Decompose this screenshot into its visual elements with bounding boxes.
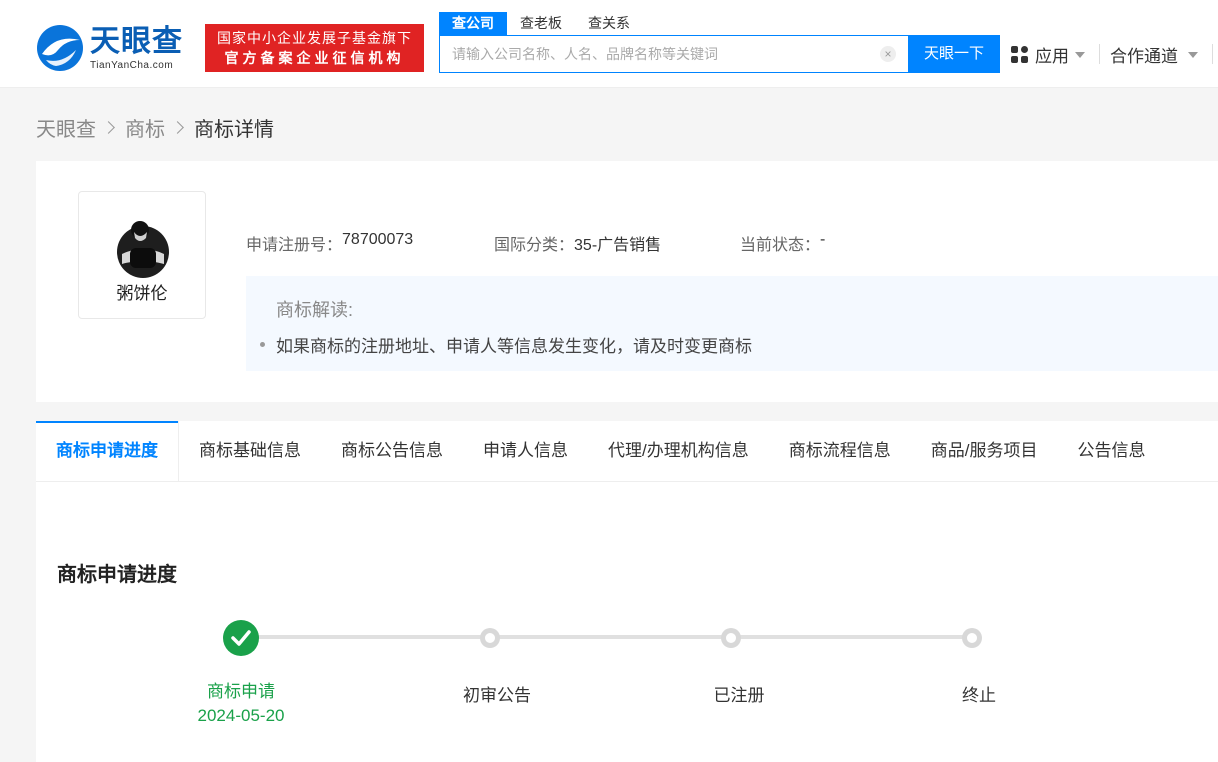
trademark-interpretation: 商标解读: 如果商标的注册地址、申请人等信息发生变化，请及时变更商标 xyxy=(246,276,1218,371)
reg-number-value: 78700073 xyxy=(342,231,414,248)
trademark-name: 粥饼伦 xyxy=(116,284,168,303)
nav-apps-label: 应用 xyxy=(1035,47,1069,66)
search-tab-relation[interactable]: 查关系 xyxy=(575,12,643,35)
intl-class-label: 国际分类： xyxy=(494,237,575,254)
intl-class-value: 35-广告销售 xyxy=(574,237,662,254)
search-button[interactable]: 天眼一下 xyxy=(908,35,1000,73)
badge-line2: 官方备案企业征信机构 xyxy=(224,50,405,66)
tab-notice-info[interactable]: 公告信息 xyxy=(1057,421,1165,481)
badge-line1: 国家中小企业发展子基金旗下 xyxy=(217,30,412,46)
chevron-right-icon xyxy=(102,121,115,134)
status-label: 当前状态： xyxy=(740,237,821,254)
status-field: 当前状态： - xyxy=(740,231,825,255)
search-input[interactable] xyxy=(440,36,870,72)
search-tab-company[interactable]: 查公司 xyxy=(439,12,507,35)
nav-apps-menu[interactable]: 应用 xyxy=(1011,42,1085,67)
tab-basic-info[interactable]: 商标基础信息 xyxy=(179,421,321,481)
trademark-image[interactable]: 粥饼伦 xyxy=(78,191,206,319)
search-type-tabs: 查公司 查老板 查关系 xyxy=(439,12,643,36)
nav-coop-label: 合作通道 xyxy=(1110,47,1178,66)
step-applied-label: 商标申请 xyxy=(207,682,275,701)
intl-class-field: 国际分类： 35-广告销售 xyxy=(494,231,661,255)
tab-application-progress[interactable]: 商标申请进度 xyxy=(36,421,179,481)
chevron-down-icon xyxy=(1075,51,1085,58)
search-tab-boss[interactable]: 查老板 xyxy=(507,12,575,35)
logo-cn-text: 天眼查 xyxy=(90,24,183,58)
progress-section-title: 商标申请进度 xyxy=(57,564,177,586)
step-applied-check-icon xyxy=(223,620,259,656)
step-terminated-label: 终止 xyxy=(962,686,996,705)
step-applied-date: 2024-05-20 xyxy=(197,706,285,725)
logo-en-text: TianYanCha.com xyxy=(90,59,174,71)
breadcrumb-trademark[interactable]: 商标 xyxy=(125,113,165,142)
step-terminated-dot xyxy=(962,628,982,648)
tab-announcement-info[interactable]: 商标公告信息 xyxy=(321,421,463,481)
trademark-card: 粥饼伦 申请注册号： 78700073 国际分类： 35-广告销售 当前状态： … xyxy=(36,161,1218,402)
chevron-right-icon xyxy=(171,121,184,134)
reg-number-field: 申请注册号： 78700073 xyxy=(246,231,413,255)
interpretation-text: 如果商标的注册地址、申请人等信息发生变化，请及时变更商标 xyxy=(276,337,752,356)
interpretation-title: 商标解读: xyxy=(276,300,354,320)
clear-icon[interactable]: × xyxy=(880,46,896,62)
tab-goods-services[interactable]: 商品/服务项目 xyxy=(911,421,1058,481)
step-prelim-dot xyxy=(480,628,500,648)
interpretation-item: 如果商标的注册地址、申请人等信息发生变化，请及时变更商标 xyxy=(260,332,752,357)
nav-divider xyxy=(1099,44,1100,64)
status-value: - xyxy=(820,231,826,248)
step-registered-label: 已注册 xyxy=(713,686,765,705)
breadcrumb-current: 商标详情 xyxy=(194,119,274,141)
step-prelim-label: 初审公告 xyxy=(463,686,531,705)
reg-number-label: 申请注册号： xyxy=(246,237,343,254)
site-logo[interactable]: 天眼查 TianYanCha.com xyxy=(36,24,183,72)
tab-process-info[interactable]: 商标流程信息 xyxy=(769,421,911,481)
breadcrumb: 天眼查 商标 商标详情 xyxy=(36,113,274,142)
chevron-down-icon xyxy=(1188,51,1198,58)
tab-applicant-info[interactable]: 申请人信息 xyxy=(463,421,588,481)
nav-coop-menu[interactable]: 合作通道 xyxy=(1110,42,1198,67)
top-header: 天眼查 TianYanCha.com 国家中小企业发展子基金旗下 官方备案企业征… xyxy=(0,0,1218,88)
step-registered-dot xyxy=(721,628,741,648)
official-badge: 国家中小企业发展子基金旗下 官方备案企业征信机构 xyxy=(205,24,424,72)
progress-track xyxy=(256,635,976,639)
search-box: × xyxy=(439,35,909,73)
trademark-photo xyxy=(116,214,170,280)
bullet-icon xyxy=(260,342,265,347)
tab-agency-info[interactable]: 代理/办理机构信息 xyxy=(588,421,769,481)
detail-tabs: 商标申请进度 商标基础信息 商标公告信息 申请人信息 代理/办理机构信息 商标流… xyxy=(36,421,1218,482)
logo-eye-icon xyxy=(36,24,84,72)
apps-grid-icon xyxy=(1011,45,1029,64)
detail-panel: 商标申请进度 商标基础信息 商标公告信息 申请人信息 代理/办理机构信息 商标流… xyxy=(36,421,1218,762)
nav-divider xyxy=(1212,44,1213,64)
breadcrumb-home[interactable]: 天眼查 xyxy=(36,113,96,142)
